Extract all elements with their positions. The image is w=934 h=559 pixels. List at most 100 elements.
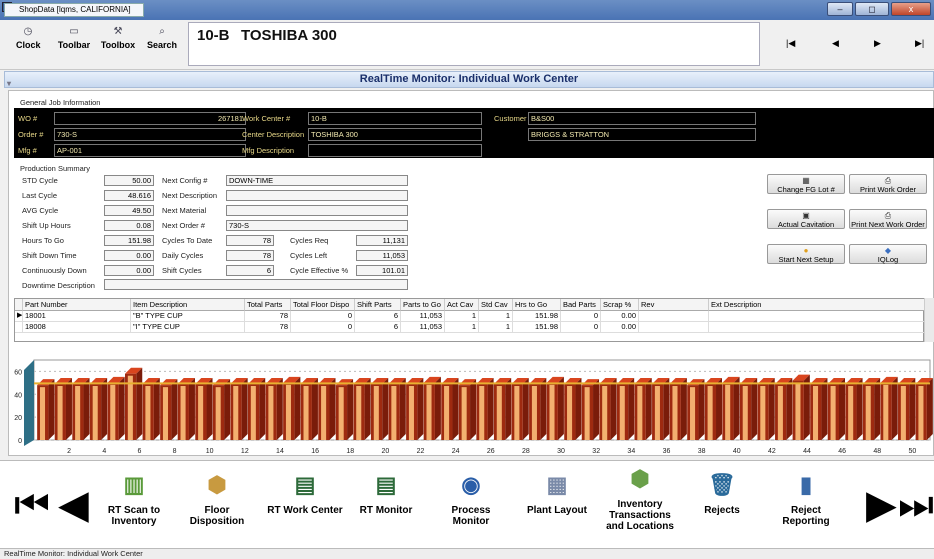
table-cell[interactable]: 78 <box>245 311 291 322</box>
column-header[interactable]: Scrap % <box>601 299 639 311</box>
collapse-icon[interactable]: ▾ <box>7 76 11 91</box>
column-header[interactable]: Item Description <box>131 299 245 311</box>
wo-field[interactable]: 267181 <box>54 112 246 125</box>
minimize-button[interactable]: – <box>827 2 853 16</box>
table-cell[interactable]: 0 <box>561 311 601 322</box>
print-next-work-order-button[interactable]: ⎙ Print Next Work Order <box>849 209 927 229</box>
table-cell[interactable]: 1 <box>479 322 513 333</box>
first-record-button[interactable]: |◀ <box>786 38 795 49</box>
next-material-field[interactable] <box>226 205 408 216</box>
shift-cycles-field[interactable]: 6 <box>226 265 274 276</box>
column-header[interactable]: Rev <box>639 299 709 311</box>
table-cell[interactable]: 6 <box>355 322 401 333</box>
table-cell[interactable]: 11,053 <box>401 311 445 322</box>
column-header[interactable]: Parts to Go <box>401 299 445 311</box>
scan-icon: ▥ <box>123 472 145 497</box>
table-cell[interactable]: 0 <box>291 322 355 333</box>
table-cell[interactable]: 78 <box>245 322 291 333</box>
cycle-effective-field[interactable]: 101.01 <box>356 265 408 276</box>
column-header[interactable]: Bad Parts <box>561 299 601 311</box>
table-cell[interactable]: 151.98 <box>513 311 561 322</box>
table-cell[interactable]: 1 <box>445 311 479 322</box>
next-page-button[interactable]: ▶ <box>866 485 897 525</box>
previous-record-button[interactable]: ◀ <box>832 38 839 49</box>
column-header[interactable]: Shift Parts <box>355 299 401 311</box>
column-header[interactable]: Total Floor Dispo <box>291 299 355 311</box>
reject-reporting-button[interactable]: ▮ Reject Reporting <box>774 469 838 527</box>
actual-cavitation-button[interactable]: ▣ Actual Cavitation <box>767 209 845 229</box>
next-desc-field[interactable] <box>226 190 408 201</box>
column-header[interactable]: Hrs to Go <box>513 299 561 311</box>
continuously-down-field[interactable]: 0.00 <box>104 265 154 276</box>
customer-code-field[interactable]: B&S00 <box>528 112 756 125</box>
downtime-desc-field[interactable] <box>104 279 408 290</box>
change-fg-lot-button[interactable]: ▦ Change FG Lot # <box>767 174 845 194</box>
floor-disposition-button[interactable]: ⬢ Floor Disposition <box>184 469 250 527</box>
table-cell[interactable]: 151.98 <box>513 322 561 333</box>
plant-layout-button[interactable]: ▦ Plant Layout <box>522 469 592 516</box>
table-cell[interactable]: "I" TYPE CUP <box>131 322 245 333</box>
maximize-button[interactable]: ◻ <box>855 2 889 16</box>
rt-work-center-button[interactable]: ▤ RT Work Center <box>262 469 348 516</box>
next-record-button[interactable]: ▶ <box>874 38 881 49</box>
rt-monitor-button[interactable]: ▤ RT Monitor <box>356 469 416 516</box>
table-cell[interactable] <box>709 322 925 333</box>
center-desc-field[interactable]: TOSHIBA 300 <box>308 128 482 141</box>
rejects-button[interactable]: 🗑 Rejects <box>698 469 746 516</box>
previous-page-button[interactable]: ◀ <box>58 485 89 525</box>
start-next-setup-button[interactable]: ● Start Next Setup <box>767 244 845 264</box>
table-cell[interactable]: 1 <box>479 311 513 322</box>
cycles-left-field[interactable]: 11,053 <box>356 250 408 261</box>
table-cell[interactable]: 11,053 <box>401 322 445 333</box>
customer-name-field[interactable]: BRIGGS & STRATTON <box>528 128 756 141</box>
mfg-field[interactable]: AP-001 <box>54 144 246 157</box>
toolbar-button[interactable]: ▭ Toolbar <box>52 26 96 50</box>
rt-scan-to-inventory-button[interactable]: ▥ RT Scan to Inventory <box>100 469 168 527</box>
work-center-field[interactable]: 10-B <box>308 112 482 125</box>
std-cycle-field[interactable]: 50.00 <box>104 175 154 186</box>
shift-up-field[interactable]: 0.08 <box>104 220 154 231</box>
table-cell[interactable]: 0 <box>291 311 355 322</box>
shift-down-field[interactable]: 0.00 <box>104 250 154 261</box>
table-cell[interactable] <box>639 322 709 333</box>
first-page-button[interactable]: ⏮ <box>14 485 50 525</box>
table-cell[interactable] <box>639 311 709 322</box>
column-header[interactable]: Part Number <box>23 299 131 311</box>
daily-cycles-field[interactable]: 78 <box>226 250 274 261</box>
cycles-req-field[interactable]: 11,131 <box>356 235 408 246</box>
column-header[interactable]: Std Cav <box>479 299 513 311</box>
order-field[interactable]: 730-S <box>54 128 246 141</box>
mfg-desc-field[interactable] <box>308 144 482 157</box>
bar-side <box>487 378 494 440</box>
table-cell[interactable]: 1 <box>445 322 479 333</box>
process-monitor-button[interactable]: ◉ Process Monitor <box>440 469 502 527</box>
cycles-to-date-field[interactable]: 78 <box>226 235 274 246</box>
table-cell[interactable]: 0 <box>561 322 601 333</box>
table-cell[interactable]: 0.00 <box>601 311 639 322</box>
close-button[interactable]: x <box>891 2 931 16</box>
toolbox-button[interactable]: ⚒ Toolbox <box>97 26 139 50</box>
iqlog-button[interactable]: ◆ IQLog <box>849 244 927 264</box>
monitor-icon: ▤ <box>375 472 397 497</box>
next-order-field[interactable]: 730-S <box>226 220 408 231</box>
last-record-button[interactable]: ▶| <box>915 38 924 49</box>
next-config-field[interactable]: DOWN-TIME <box>226 175 408 186</box>
table-cell[interactable]: "B" TYPE CUP <box>131 311 245 322</box>
last-cycle-field[interactable]: 48.616 <box>104 190 154 201</box>
search-button[interactable]: ⌕ Search <box>142 26 182 50</box>
inventory-transactions-button[interactable]: ⬢ Inventory Transactions and Locations <box>602 463 678 532</box>
last-page-button[interactable]: ⏭ <box>898 485 934 525</box>
column-header[interactable]: Act Cav <box>445 299 479 311</box>
table-cell[interactable] <box>709 311 925 322</box>
avg-cycle-field[interactable]: 49.50 <box>104 205 154 216</box>
hours-to-go-field[interactable]: 151.98 <box>104 235 154 246</box>
table-cell[interactable]: 0.00 <box>601 322 639 333</box>
table-cell[interactable]: 18001 <box>23 311 131 322</box>
grid-scrollbar[interactable] <box>924 298 934 342</box>
clock-button[interactable]: ◷ Clock <box>16 26 41 50</box>
print-work-order-button[interactable]: ⎙ Print Work Order <box>849 174 927 194</box>
column-header[interactable]: Ext Description <box>709 299 925 311</box>
column-header[interactable]: Total Parts <box>245 299 291 311</box>
table-cell[interactable]: 6 <box>355 311 401 322</box>
table-cell[interactable]: 18008 <box>23 322 131 333</box>
